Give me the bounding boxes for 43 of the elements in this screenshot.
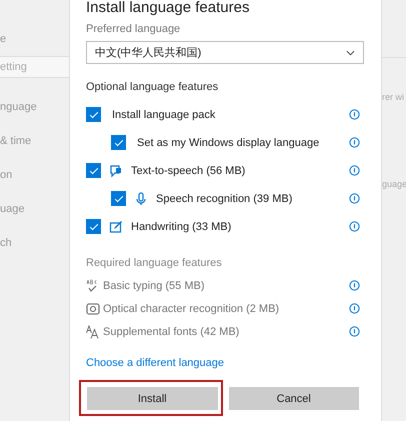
dialog-button[interactable]: Install bbox=[87, 387, 218, 410]
field-label: Preferred language bbox=[86, 23, 182, 35]
info-icon[interactable] bbox=[349, 193, 360, 204]
search-field[interactable]: etting bbox=[0, 56, 69, 78]
checkbox[interactable] bbox=[86, 219, 101, 234]
info-icon[interactable] bbox=[349, 303, 360, 314]
sidebar-item[interactable]: uage bbox=[0, 203, 24, 215]
feature-label: Text-to-speech (56 MB) bbox=[131, 164, 246, 176]
checkbox[interactable] bbox=[111, 135, 126, 150]
feature-label: Handwriting (33 MB) bbox=[131, 220, 232, 232]
checkbox[interactable] bbox=[86, 107, 101, 122]
microphone-icon bbox=[134, 192, 148, 206]
camera-frame-icon bbox=[86, 302, 100, 316]
chevron-down-icon bbox=[346, 50, 355, 56]
sidebar-item[interactable]: ch bbox=[0, 237, 12, 249]
font-size-icon bbox=[86, 324, 100, 338]
section-heading: Optional language features bbox=[86, 81, 220, 93]
info-icon[interactable] bbox=[349, 109, 360, 120]
feature-label: Speech recognition (39 MB) bbox=[156, 192, 294, 204]
language-dropdown[interactable]: 中文(中华人民共和国) bbox=[86, 41, 364, 64]
info-icon[interactable] bbox=[349, 137, 360, 148]
sidebar-item[interactable]: nguage bbox=[0, 101, 37, 113]
dialog-button[interactable]: Cancel bbox=[228, 387, 359, 410]
speaker-bubble-icon bbox=[109, 164, 123, 178]
feature-label: Install language pack bbox=[112, 108, 216, 120]
sidebar-item[interactable]: e bbox=[0, 33, 6, 45]
section-heading: Required language features bbox=[86, 257, 223, 269]
checkbox[interactable] bbox=[111, 191, 126, 206]
feature-label: Supplemental fonts (42 MB) bbox=[103, 326, 240, 338]
info-icon[interactable] bbox=[349, 221, 360, 232]
sidebar-item[interactable]: on bbox=[0, 169, 12, 181]
background-text: rer wi bbox=[382, 92, 405, 102]
info-icon[interactable] bbox=[349, 280, 360, 291]
sidebar-item[interactable]: & time bbox=[0, 135, 32, 147]
info-icon[interactable] bbox=[349, 165, 360, 176]
choose-language-link[interactable]: Choose a different language bbox=[86, 357, 224, 369]
feature-label: Optical character recognition (2 MB) bbox=[103, 302, 280, 314]
feature-label: Set as my Windows display language bbox=[137, 136, 320, 148]
info-icon[interactable] bbox=[349, 326, 360, 337]
pen-pad-icon bbox=[109, 220, 123, 234]
feature-label: Basic typing (55 MB) bbox=[103, 280, 206, 292]
dialog-title: Install language features bbox=[86, 0, 250, 18]
checkbox[interactable] bbox=[86, 163, 101, 178]
